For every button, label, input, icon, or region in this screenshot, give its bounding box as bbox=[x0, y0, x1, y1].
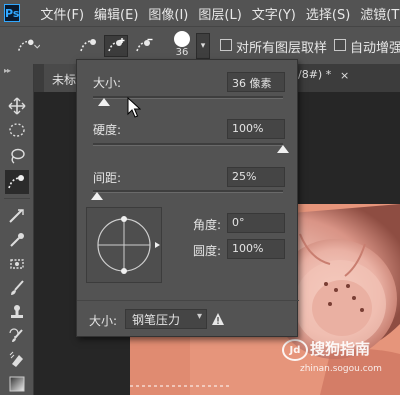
pressure-control-select[interactable]: 钢笔压力 ▾ bbox=[125, 309, 207, 329]
spacing-slider-track[interactable] bbox=[93, 190, 283, 193]
size-label: 大小: bbox=[93, 76, 122, 90]
tool-panel: ▸▸ bbox=[0, 64, 34, 395]
clone-stamp-tool-icon[interactable] bbox=[5, 300, 29, 324]
hardness-field[interactable]: 100% bbox=[227, 119, 285, 139]
size-field[interactable]: 36 像素 bbox=[227, 72, 285, 92]
menu-type[interactable]: 文字(Y) bbox=[252, 4, 296, 23]
subtract-from-selection-icon[interactable] bbox=[132, 35, 156, 57]
spacing-field[interactable]: 25% bbox=[227, 167, 285, 187]
hardness-slider-track[interactable] bbox=[93, 143, 283, 146]
menu-filter[interactable]: 滤镜(T) bbox=[360, 4, 400, 23]
brush-angle-dial[interactable] bbox=[86, 207, 162, 283]
angle-label: 角度: bbox=[193, 218, 222, 232]
watermark-url: zhinan.sogou.com bbox=[300, 364, 382, 374]
brush-picker-dropdown[interactable]: ▾ bbox=[196, 33, 210, 59]
eraser-tool-icon[interactable] bbox=[5, 348, 29, 372]
watermark-text: 搜狗指南 bbox=[310, 340, 371, 358]
lasso-tool-icon[interactable] bbox=[5, 144, 29, 168]
collapse-panel-icon[interactable]: ▸▸ bbox=[4, 66, 11, 75]
marquee-tool-icon[interactable] bbox=[5, 118, 29, 142]
history-brush-tool-icon[interactable] bbox=[5, 324, 29, 348]
spacing-label: 间距: bbox=[93, 171, 122, 185]
mouse-cursor-icon bbox=[127, 96, 142, 119]
roundness-label: 圆度: bbox=[193, 244, 222, 258]
document-tab-title[interactable]: /8#) * bbox=[298, 68, 331, 81]
pressure-size-label: 大小: bbox=[89, 314, 118, 328]
pressure-control-value: 钢笔压力 bbox=[132, 313, 181, 327]
auto-enhance-checkbox[interactable] bbox=[334, 39, 346, 51]
size-slider-thumb[interactable] bbox=[98, 98, 111, 106]
brush-options-popup: 大小: 36 像素 硬度: 100% 间距: 25% 角度: 0° 圆度: 10… bbox=[76, 59, 299, 337]
size-slider-track[interactable] bbox=[93, 96, 283, 99]
brush-size-readout: 36 bbox=[175, 47, 189, 58]
hardness-slider-thumb[interactable] bbox=[277, 145, 289, 153]
brush-preview-icon[interactable] bbox=[174, 31, 190, 47]
menu-bar: Ps 文件(F) 编辑(E) 图像(I) 图层(L) 文字(Y) 选择(S) 滤… bbox=[0, 0, 400, 26]
add-to-selection-icon[interactable] bbox=[104, 35, 128, 57]
menu-edit[interactable]: 编辑(E) bbox=[94, 4, 138, 23]
new-selection-icon[interactable] bbox=[76, 35, 100, 57]
tool-separator bbox=[4, 198, 30, 199]
auto-enhance-label: 自动增强 bbox=[350, 41, 400, 56]
menu-select[interactable]: 选择(S) bbox=[306, 4, 350, 23]
warning-icon bbox=[211, 312, 225, 326]
watermark-logo-icon: Jd bbox=[282, 339, 308, 361]
tool-preset-picker-icon[interactable] bbox=[16, 35, 40, 57]
menu-image[interactable]: 图像(I) bbox=[148, 4, 188, 23]
menu-file[interactable]: 文件(F) bbox=[40, 4, 84, 23]
brush-tool-icon[interactable] bbox=[5, 276, 29, 300]
chevron-down-icon: ▾ bbox=[196, 311, 202, 322]
spacing-slider-thumb[interactable] bbox=[90, 192, 103, 200]
eyedropper-tool-icon[interactable] bbox=[5, 228, 29, 252]
crop-tool-icon[interactable] bbox=[5, 204, 29, 228]
move-tool-icon[interactable] bbox=[5, 94, 29, 118]
menu-layer[interactable]: 图层(L) bbox=[198, 4, 241, 23]
sample-all-layers-checkbox[interactable] bbox=[220, 39, 232, 51]
quick-selection-tool-icon[interactable] bbox=[5, 170, 29, 194]
roundness-field[interactable]: 100% bbox=[227, 239, 285, 259]
photoshop-logo: Ps bbox=[4, 4, 21, 22]
popup-divider bbox=[77, 300, 299, 301]
hardness-label: 硬度: bbox=[93, 123, 122, 137]
sample-all-layers-label: 对所有图层取样 bbox=[236, 41, 328, 56]
close-tab-icon[interactable]: × bbox=[340, 69, 349, 82]
healing-brush-tool-icon[interactable] bbox=[5, 252, 29, 276]
angle-field[interactable]: 0° bbox=[227, 213, 285, 233]
gradient-tool-icon[interactable] bbox=[5, 372, 29, 395]
